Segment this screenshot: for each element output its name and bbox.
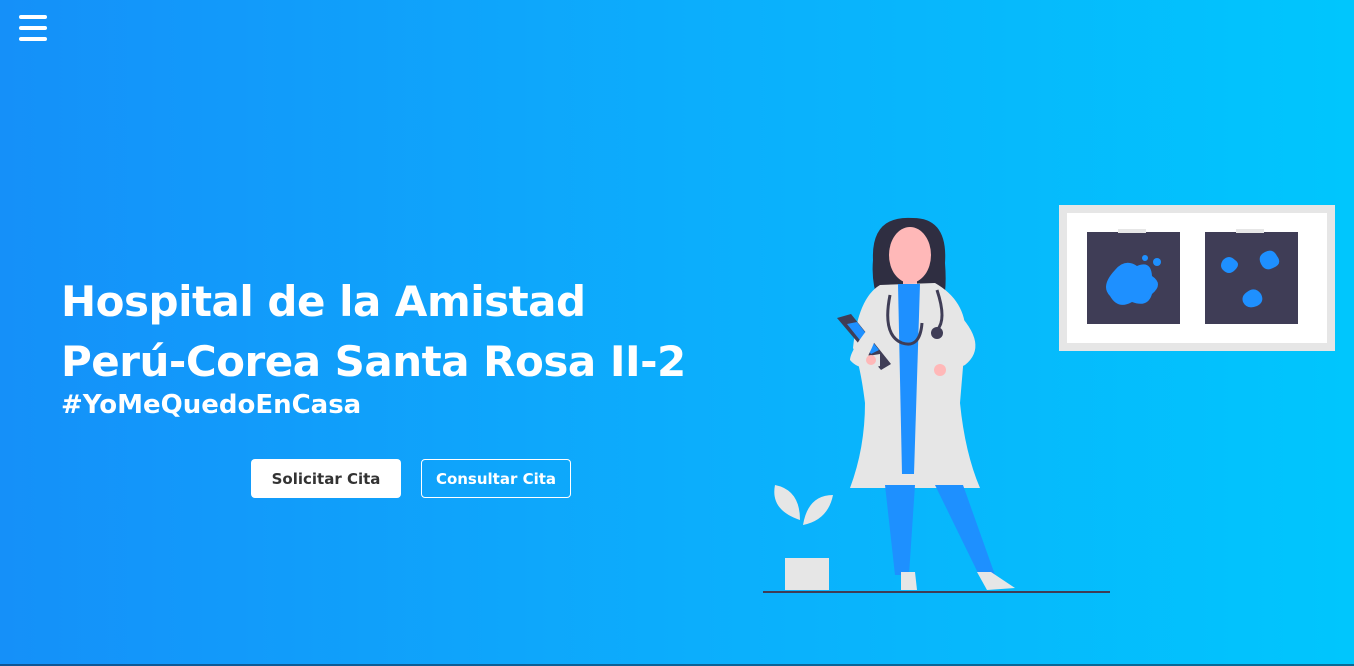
hero-text: Hospital de la Amistad Perú-Corea Santa … — [61, 272, 686, 422]
hero-hashtag: #YoMeQuedoEnCasa — [61, 390, 362, 420]
xray-board-icon — [1059, 205, 1335, 351]
menu-bar — [19, 15, 47, 19]
hero-title-line1: Hospital de la Amistad — [61, 277, 586, 326]
consultar-cita-button[interactable]: Consultar Cita — [421, 459, 571, 498]
menu-bar — [19, 26, 47, 30]
menu-bar — [19, 37, 47, 41]
hamburger-menu-icon[interactable] — [19, 15, 47, 41]
solicitar-cita-button[interactable]: Solicitar Cita — [251, 459, 401, 498]
doctor-illustration — [763, 205, 1335, 593]
hero-title-line2: Perú-Corea Santa Rosa II-2 — [61, 337, 686, 386]
plant-icon — [774, 485, 833, 590]
doctor-figure-icon — [837, 217, 1015, 590]
